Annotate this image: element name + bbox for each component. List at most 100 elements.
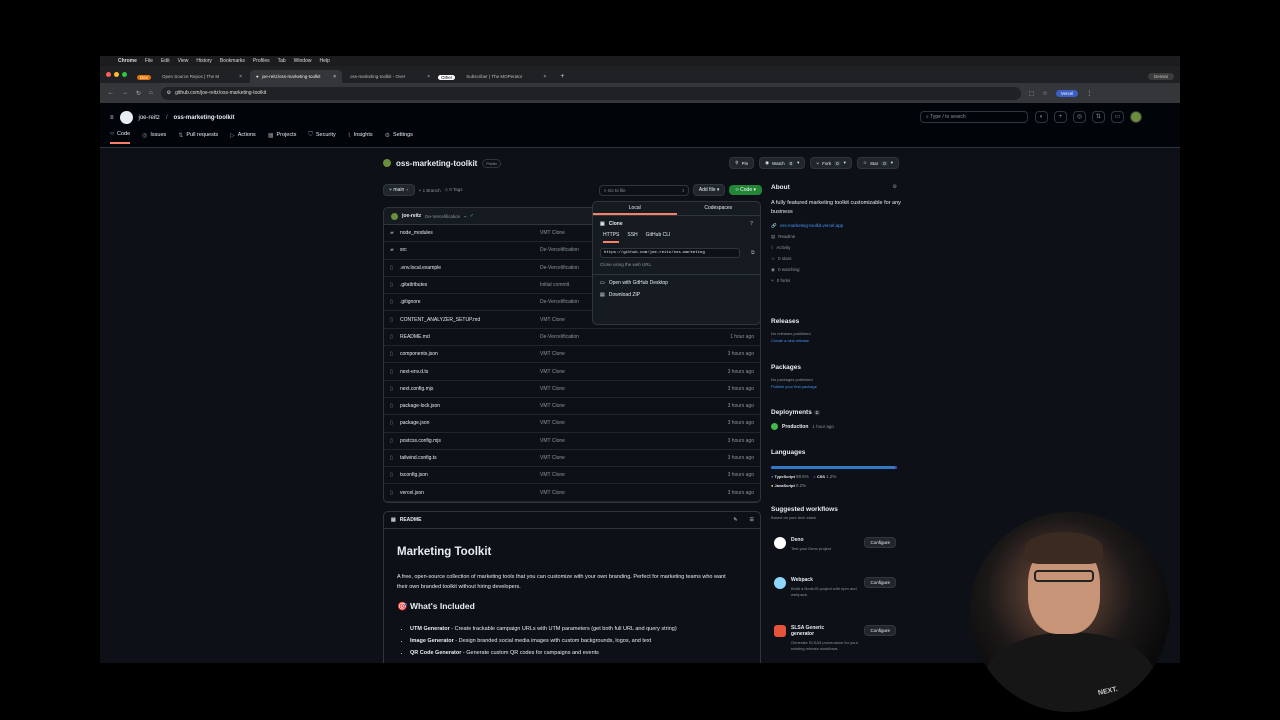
file-name[interactable]: next.config.mjs: [400, 386, 540, 392]
commit-message[interactable]: VMT Clone: [540, 490, 660, 496]
home-icon[interactable]: ⌂: [149, 90, 153, 96]
file-name[interactable]: next-env.d.ts: [400, 369, 540, 375]
packages-heading[interactable]: Packages: [771, 364, 817, 371]
menu-file[interactable]: File: [145, 58, 153, 64]
table-row[interactable]: ▯ package.json VMT Clone 3 hours ago: [384, 415, 760, 433]
tab-group-dev[interactable]: Dev: [137, 75, 152, 80]
language-item-typescript[interactable]: ● TypeScript 98.6%: [771, 474, 809, 479]
forward-icon[interactable]: →: [122, 90, 128, 96]
copilot-icon[interactable]: ◐: [1035, 111, 1048, 123]
tags-link[interactable]: ◇ 0 Tags: [445, 187, 463, 193]
commit-message[interactable]: VMT Clone: [540, 403, 660, 409]
reload-icon[interactable]: ↻: [136, 90, 141, 97]
branches-link[interactable]: ⑂ 1 Branch: [419, 188, 441, 193]
browser-tab[interactable]: Open Source Repos | The M ×: [156, 70, 248, 83]
table-row[interactable]: ▯ next-env.d.ts VMT Clone 3 hours ago: [384, 363, 760, 381]
language-item-css[interactable]: ● CSS 1.2%: [813, 474, 836, 479]
tab-github-cli[interactable]: GitHub CLI: [646, 232, 671, 243]
tab-code[interactable]: ‹› Code: [110, 131, 131, 144]
star-button[interactable]: ☆ Star 0 ▾: [856, 157, 899, 169]
create-release-link[interactable]: Create a new release: [771, 338, 811, 343]
deployment-item[interactable]: Production 1 hour ago: [771, 423, 834, 430]
bookmark-star-icon[interactable]: ☆: [1042, 90, 1047, 97]
file-name[interactable]: node_modules: [400, 230, 540, 236]
stat-readme[interactable]: ▤ Readme: [771, 234, 901, 240]
file-name[interactable]: tailwind.config.ts: [400, 455, 540, 461]
file-name[interactable]: postcss.config.mjs: [400, 438, 540, 444]
close-tab-icon[interactable]: ×: [427, 74, 430, 80]
menu-history[interactable]: History: [196, 58, 212, 64]
commit-message[interactable]: VMT Clone: [540, 386, 660, 392]
new-tab-icon[interactable]: +: [560, 73, 564, 80]
publish-package-link[interactable]: Publish your first package: [771, 384, 817, 389]
file-name[interactable]: README.md: [400, 334, 540, 340]
minimize-window-button[interactable]: [114, 72, 119, 77]
hamburger-icon[interactable]: ≡: [110, 115, 114, 121]
owner-link[interactable]: joe-reitz: [139, 115, 160, 121]
commit-message[interactable]: VMT Clone: [540, 369, 660, 375]
menu-window[interactable]: Window: [294, 58, 312, 64]
table-row[interactable]: ▯ tsconfig.json VMT Clone 3 hours ago: [384, 467, 760, 485]
table-row[interactable]: ▯ postcss.config.mjs VMT Clone 3 hours ago: [384, 433, 760, 450]
avatar[interactable]: [1130, 111, 1142, 123]
tab-group-other[interactable]: Other: [438, 75, 456, 80]
back-icon[interactable]: ←: [108, 90, 114, 96]
branch-select[interactable]: ⑂ main ▾: [383, 184, 415, 196]
close-tab-icon[interactable]: ×: [543, 74, 546, 80]
file-name[interactable]: src: [400, 247, 540, 253]
open-desktop-item[interactable]: ▭ Open with GitHub Desktop: [593, 280, 760, 286]
gemini-button[interactable]: Gemini: [1147, 73, 1174, 80]
edit-pencil-icon[interactable]: ✎: [733, 517, 737, 523]
more-icon[interactable]: ⋮: [1086, 90, 1092, 97]
file-name[interactable]: .gitattributes: [400, 282, 540, 288]
browser-tab[interactable]: Subscriber | The MOPerator ×: [460, 70, 552, 83]
commit-message[interactable]: VMT Clone: [540, 472, 660, 478]
outline-icon[interactable]: ☰: [750, 517, 754, 523]
configure-button[interactable]: Configure: [864, 577, 896, 588]
repo-name[interactable]: oss-marketing-toolkit: [396, 159, 477, 168]
tab-https[interactable]: HTTPS: [603, 232, 620, 243]
pin-button[interactable]: ⚲ Pin: [729, 157, 755, 169]
tab-local[interactable]: Local: [593, 202, 677, 215]
file-name[interactable]: package-lock.json: [400, 403, 540, 409]
commit-message[interactable]: De-Vercelification: [425, 214, 460, 219]
search-input[interactable]: ⌕ Type / to search: [920, 111, 1028, 123]
download-zip-item[interactable]: ▤ Download ZIP: [593, 292, 760, 298]
tab-issues[interactable]: ◎ Issues: [142, 131, 166, 144]
go-to-file-input[interactable]: ⌕ Go to file t: [598, 184, 689, 196]
commit-author[interactable]: joe-reitz: [402, 213, 421, 219]
url-field[interactable]: ⚙ github.com/joe-reitz/oss-marketing-too…: [160, 86, 1021, 100]
tab-pull-requests[interactable]: ⇅ Pull requests: [178, 131, 218, 144]
table-row[interactable]: ▯ vercel.json VMT Clone 3 hours ago: [384, 484, 760, 502]
watch-button[interactable]: ◉ Watch 0 ▾: [759, 157, 806, 169]
table-row[interactable]: ▯ next.config.mjs VMT Clone 3 hours ago: [384, 381, 760, 398]
file-name[interactable]: package.json: [400, 420, 540, 426]
help-icon[interactable]: ?: [750, 221, 753, 227]
clone-url-field[interactable]: https://github.com/joe-reitz/oss-marketi…: [600, 248, 740, 258]
releases-heading[interactable]: Releases: [771, 318, 811, 325]
site-info-icon[interactable]: ⚙: [167, 90, 171, 96]
commit-message[interactable]: VMT Clone: [540, 351, 660, 357]
menu-profiles[interactable]: Profiles: [253, 58, 270, 64]
configure-button[interactable]: Configure: [864, 625, 896, 636]
tab-settings[interactable]: ⚙ Settings: [385, 131, 413, 144]
tab-security[interactable]: ⛉ Security: [308, 131, 335, 144]
readme-label[interactable]: README: [400, 517, 422, 523]
extension-icon[interactable]: ⬚: [1029, 90, 1035, 97]
tab-insights[interactable]: ⌇ Insights: [348, 131, 373, 144]
add-file-button[interactable]: Add file ▾: [692, 184, 726, 196]
stat-activity[interactable]: ⌇ Activity: [771, 245, 901, 251]
homepage-link[interactable]: 🔗 oss-marketing-toolkit.vercel.app: [771, 223, 901, 229]
file-name[interactable]: CONTENT_ANALYZER_SETUP.md: [400, 317, 540, 323]
table-row[interactable]: ▯ README.md De-Vercelification 1 hour ago: [384, 329, 760, 347]
file-name[interactable]: .env.local.example: [400, 265, 540, 271]
menu-bookmarks[interactable]: Bookmarks: [220, 58, 245, 64]
menu-help[interactable]: Help: [319, 58, 329, 64]
code-button[interactable]: ‹› Code ▾: [729, 185, 762, 195]
table-row[interactable]: ▯ package-lock.json VMT Clone 3 hours ago: [384, 398, 760, 416]
stat-stars[interactable]: ☆ 0 stars: [771, 256, 901, 262]
file-name[interactable]: tsconfig.json: [400, 472, 540, 478]
table-row[interactable]: ▯ components.json VMT Clone 3 hours ago: [384, 346, 760, 364]
close-window-button[interactable]: [106, 72, 111, 77]
stat-forks[interactable]: ⑂ 0 forks: [771, 278, 901, 283]
